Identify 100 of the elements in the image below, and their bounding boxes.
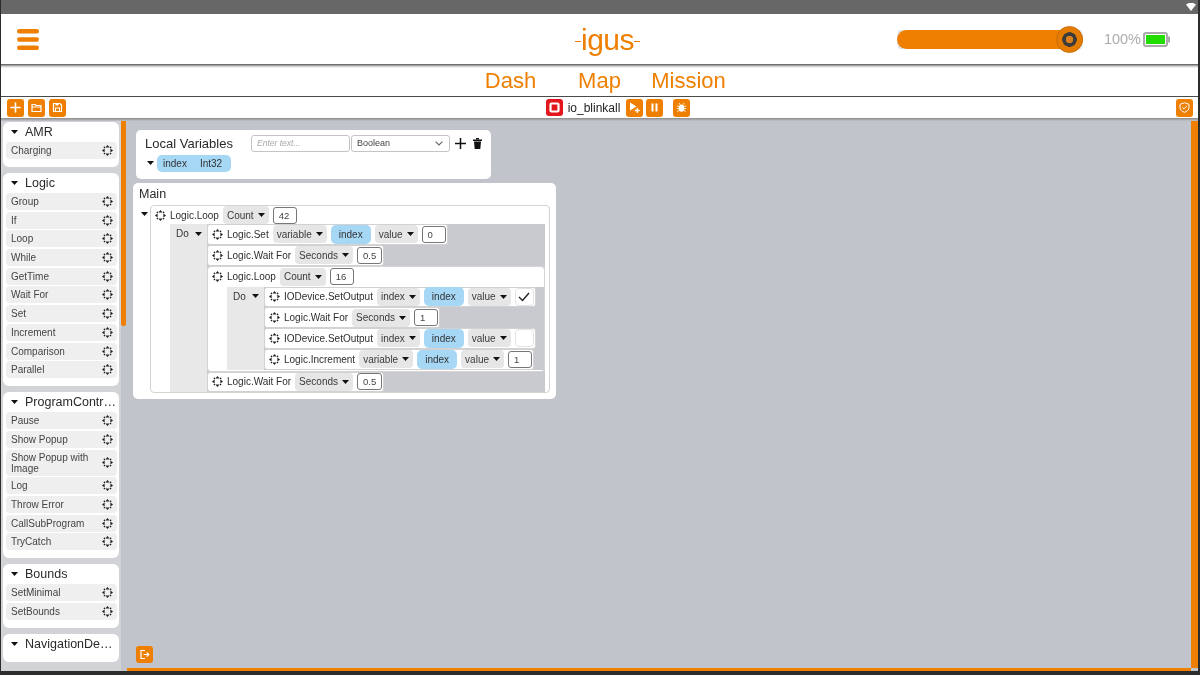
toolbox-item[interactable]: If	[6, 211, 117, 229]
move-icon	[102, 536, 113, 548]
toolbox-item[interactable]: Log	[6, 477, 117, 495]
statement-block[interactable]: IODevice.SetOutput index index value	[264, 328, 536, 349]
checkbox[interactable]	[514, 287, 534, 306]
save-button[interactable]	[49, 98, 66, 117]
toolbox-item[interactable]: Loop	[6, 230, 117, 248]
statement-block[interactable]: Logic.Wait For Seconds 1	[264, 307, 440, 328]
caret-icon	[493, 357, 500, 362]
variable-chip[interactable]: index	[423, 328, 464, 348]
toolbox-item[interactable]: SetBounds	[6, 603, 117, 620]
move-icon	[102, 145, 113, 156]
toolbox-item[interactable]: Pause	[6, 412, 117, 430]
new-button[interactable]	[7, 98, 24, 117]
plus-icon[interactable]	[455, 137, 466, 149]
move-icon	[102, 364, 113, 376]
scrollbar-thumb[interactable]	[127, 668, 1191, 671]
toolbox-item[interactable]: GetTime	[6, 267, 117, 285]
toolbox-item[interactable]: CallSubProgram	[6, 514, 117, 532]
caret-icon	[194, 231, 202, 236]
dropdown[interactable]: value	[461, 350, 504, 369]
toolbox-item[interactable]: Throw Error	[6, 495, 117, 513]
dropdown[interactable]: value	[467, 287, 511, 306]
value-field[interactable]: 42	[272, 206, 297, 224]
stop-icon	[548, 102, 560, 113]
debug-button[interactable]	[673, 98, 691, 117]
caret-icon[interactable]	[11, 130, 18, 134]
open-button[interactable]	[28, 98, 45, 117]
loop-block[interactable]: Logic.Loop Count 16 Do IODevice.SetOutput index index value Logic.Wait For Seconds 1 IODevice.SetOutput index index value Logic.Increment variable index value 1	[207, 265, 545, 372]
pause-button[interactable]	[646, 98, 664, 117]
toolbox-item[interactable]: Parallel	[6, 361, 117, 379]
loop-block[interactable]	[150, 205, 550, 394]
shield-button[interactable]	[1176, 98, 1193, 117]
menu-icon[interactable]	[17, 28, 39, 50]
caret-icon[interactable]	[11, 181, 18, 185]
value-field[interactable]: 0.5	[357, 246, 383, 264]
checkbox[interactable]	[514, 329, 534, 348]
scrollbar[interactable]	[121, 121, 127, 671]
toolbox-item[interactable]: SetMinimal	[6, 584, 117, 602]
value-field[interactable]: 1	[508, 350, 532, 368]
run-button[interactable]	[626, 98, 644, 117]
value-field[interactable]: 0	[421, 225, 446, 243]
statement-block[interactable]: IODevice.SetOutput index index value	[264, 286, 536, 308]
toolbox-item[interactable]: Set	[6, 305, 117, 323]
caret-icon	[499, 336, 507, 341]
move-icon	[155, 209, 166, 221]
toolbox-item[interactable]: TryCatch	[6, 533, 117, 551]
dropdown[interactable]: Seconds	[295, 372, 353, 391]
dropdown[interactable]: index	[376, 287, 420, 306]
variable-chip[interactable]: index Int32	[157, 154, 232, 172]
statement-block[interactable]: Logic.Wait For Seconds 0.5	[207, 371, 385, 393]
statement-block[interactable]: Logic.Wait For Seconds 0.5	[207, 244, 385, 266]
value-field[interactable]: 1	[414, 309, 438, 327]
value-field[interactable]: 16	[329, 268, 354, 285]
caret-icon[interactable]	[11, 400, 18, 405]
exit-button[interactable]	[136, 646, 153, 663]
variable-chip[interactable]: index	[417, 349, 458, 369]
caret-icon	[402, 357, 410, 362]
type-select[interactable]: Boolean	[351, 134, 450, 152]
dropdown[interactable]: Count	[279, 267, 326, 286]
dropdown[interactable]: Seconds	[295, 246, 353, 265]
dropdown[interactable]: Seconds	[352, 308, 410, 327]
dropdown[interactable]: variable	[272, 225, 327, 244]
dropdown[interactable]: value	[374, 225, 418, 244]
caret-icon[interactable]	[11, 572, 18, 577]
statement-block[interactable]: Logic.Set variable index value 0	[207, 224, 448, 245]
move-icon	[212, 271, 223, 282]
text-field[interactable]: Enter text...	[251, 134, 350, 152]
move-icon	[102, 345, 113, 357]
toolbox-item[interactable]: Comparison	[6, 342, 117, 360]
toolbox-item[interactable]: Group	[6, 193, 117, 210]
statement-block[interactable]: Logic.Increment variable index value 1	[264, 348, 534, 370]
dropdown[interactable]: Count	[222, 206, 269, 224]
toolbox-item[interactable]: Show Popup with Image	[6, 449, 117, 476]
move-icon	[102, 498, 113, 510]
caret-icon[interactable]	[11, 642, 18, 646]
stop-button[interactable]	[545, 99, 563, 116]
move-icon	[102, 517, 113, 529]
toolbox-item[interactable]: Charging	[6, 142, 117, 159]
dropdown[interactable]: value	[467, 329, 511, 348]
variable-chip[interactable]: index	[330, 224, 371, 244]
caret-icon[interactable]	[141, 212, 148, 216]
panel-title: Local Variables	[145, 135, 234, 151]
dropdown[interactable]: Do	[176, 228, 202, 239]
dropdown[interactable]: Do	[233, 290, 259, 302]
slider-thumb[interactable]	[1055, 25, 1083, 53]
exit-icon	[139, 649, 150, 660]
value-field[interactable]: 0.5	[357, 373, 383, 391]
dropdown[interactable]: variable	[359, 350, 414, 369]
toolbox-item[interactable]: Wait For	[6, 286, 117, 304]
block-title: Logic.Wait For	[227, 249, 292, 261]
toolbox-item[interactable]: While	[6, 249, 117, 267]
dropdown[interactable]: index	[376, 329, 420, 348]
variable-chip[interactable]: index	[423, 287, 464, 307]
trash-icon[interactable]	[473, 137, 482, 149]
scrollbar-thumb[interactable]	[1191, 121, 1198, 668]
move-icon	[212, 376, 223, 388]
toolbox-item[interactable]: Show Popup	[6, 430, 117, 448]
scrollbar-thumb[interactable]	[121, 121, 126, 326]
toolbox-item[interactable]: Increment	[6, 323, 117, 341]
